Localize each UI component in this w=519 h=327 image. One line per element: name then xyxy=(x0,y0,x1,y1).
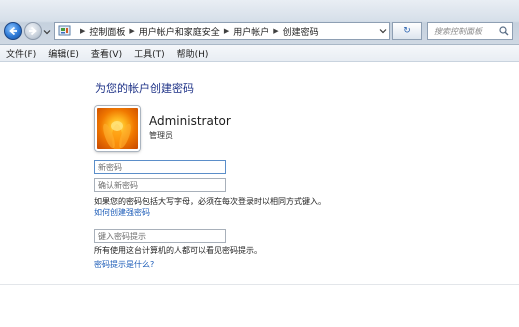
forward-button[interactable] xyxy=(24,22,42,40)
caps-lock-note: 如果您的密码包括大写字母，必须在每次登录时以相同方式键入。 xyxy=(94,197,326,206)
flower-picture-icon xyxy=(103,121,131,149)
back-button[interactable] xyxy=(4,22,22,40)
menu-edit[interactable]: 编辑(E) xyxy=(42,47,85,60)
breadcrumb-separator-icon[interactable]: ▶ xyxy=(224,27,229,35)
search-icon[interactable] xyxy=(499,26,509,36)
refresh-button[interactable]: ↻ xyxy=(392,22,422,40)
menu-bar: 文件(F) 编辑(E) 查看(V) 工具(T) 帮助(H) xyxy=(0,45,519,62)
divider xyxy=(0,284,519,285)
window-titlebar: ▶ 控制面板 ▶ 用户帐户和家庭安全 ▶ 用户帐户 ▶ 创建密码 ↻ 搜索控制面… xyxy=(0,0,519,45)
menu-tools[interactable]: 工具(T) xyxy=(128,47,171,60)
menu-view[interactable]: 查看(V) xyxy=(85,47,128,60)
breadcrumb-separator-icon[interactable]: ▶ xyxy=(80,27,85,35)
history-dropdown-icon[interactable] xyxy=(43,28,51,36)
address-bar[interactable]: ▶ 控制面板 ▶ 用户帐户和家庭安全 ▶ 用户帐户 ▶ 创建密码 xyxy=(54,22,390,40)
user-role: 管理员 xyxy=(149,131,173,140)
breadcrumb-control-panel[interactable]: 控制面板 xyxy=(89,25,125,38)
user-avatar xyxy=(95,106,140,151)
breadcrumb-separator-icon[interactable]: ▶ xyxy=(129,27,134,35)
password-hint-help-link[interactable]: 密码提示是什么? xyxy=(94,259,154,270)
control-panel-icon xyxy=(58,25,71,36)
breadcrumb-separator-icon[interactable]: ▶ xyxy=(273,27,278,35)
search-box[interactable]: 搜索控制面板 xyxy=(427,22,513,40)
address-dropdown-icon[interactable] xyxy=(379,27,387,35)
password-hint-field[interactable] xyxy=(94,229,226,243)
page-title: 为您的帐户创建密码 xyxy=(95,82,194,95)
menu-file[interactable]: 文件(F) xyxy=(0,47,42,60)
breadcrumb-user-accounts[interactable]: 用户帐户 xyxy=(233,25,269,38)
back-arrow-icon xyxy=(9,26,17,36)
main-content: 为您的帐户创建密码 Administrator 管理员 如果您的密码包括大写字母… xyxy=(0,62,519,327)
confirm-password-field[interactable] xyxy=(94,178,226,192)
breadcrumb-create-password[interactable]: 创建密码 xyxy=(283,25,319,38)
user-name: Administrator xyxy=(149,114,231,128)
menu-help[interactable]: 帮助(H) xyxy=(171,47,215,60)
new-password-field[interactable] xyxy=(94,160,226,174)
refresh-icon: ↻ xyxy=(403,26,411,36)
breadcrumb-user-accounts-family-safety[interactable]: 用户帐户和家庭安全 xyxy=(139,25,220,38)
strong-password-link[interactable]: 如何创建强密码 xyxy=(94,207,150,218)
hint-visibility-note: 所有使用这台计算机的人都可以看见密码提示。 xyxy=(94,246,262,255)
forward-arrow-icon xyxy=(29,26,37,36)
search-placeholder: 搜索控制面板 xyxy=(434,26,482,36)
